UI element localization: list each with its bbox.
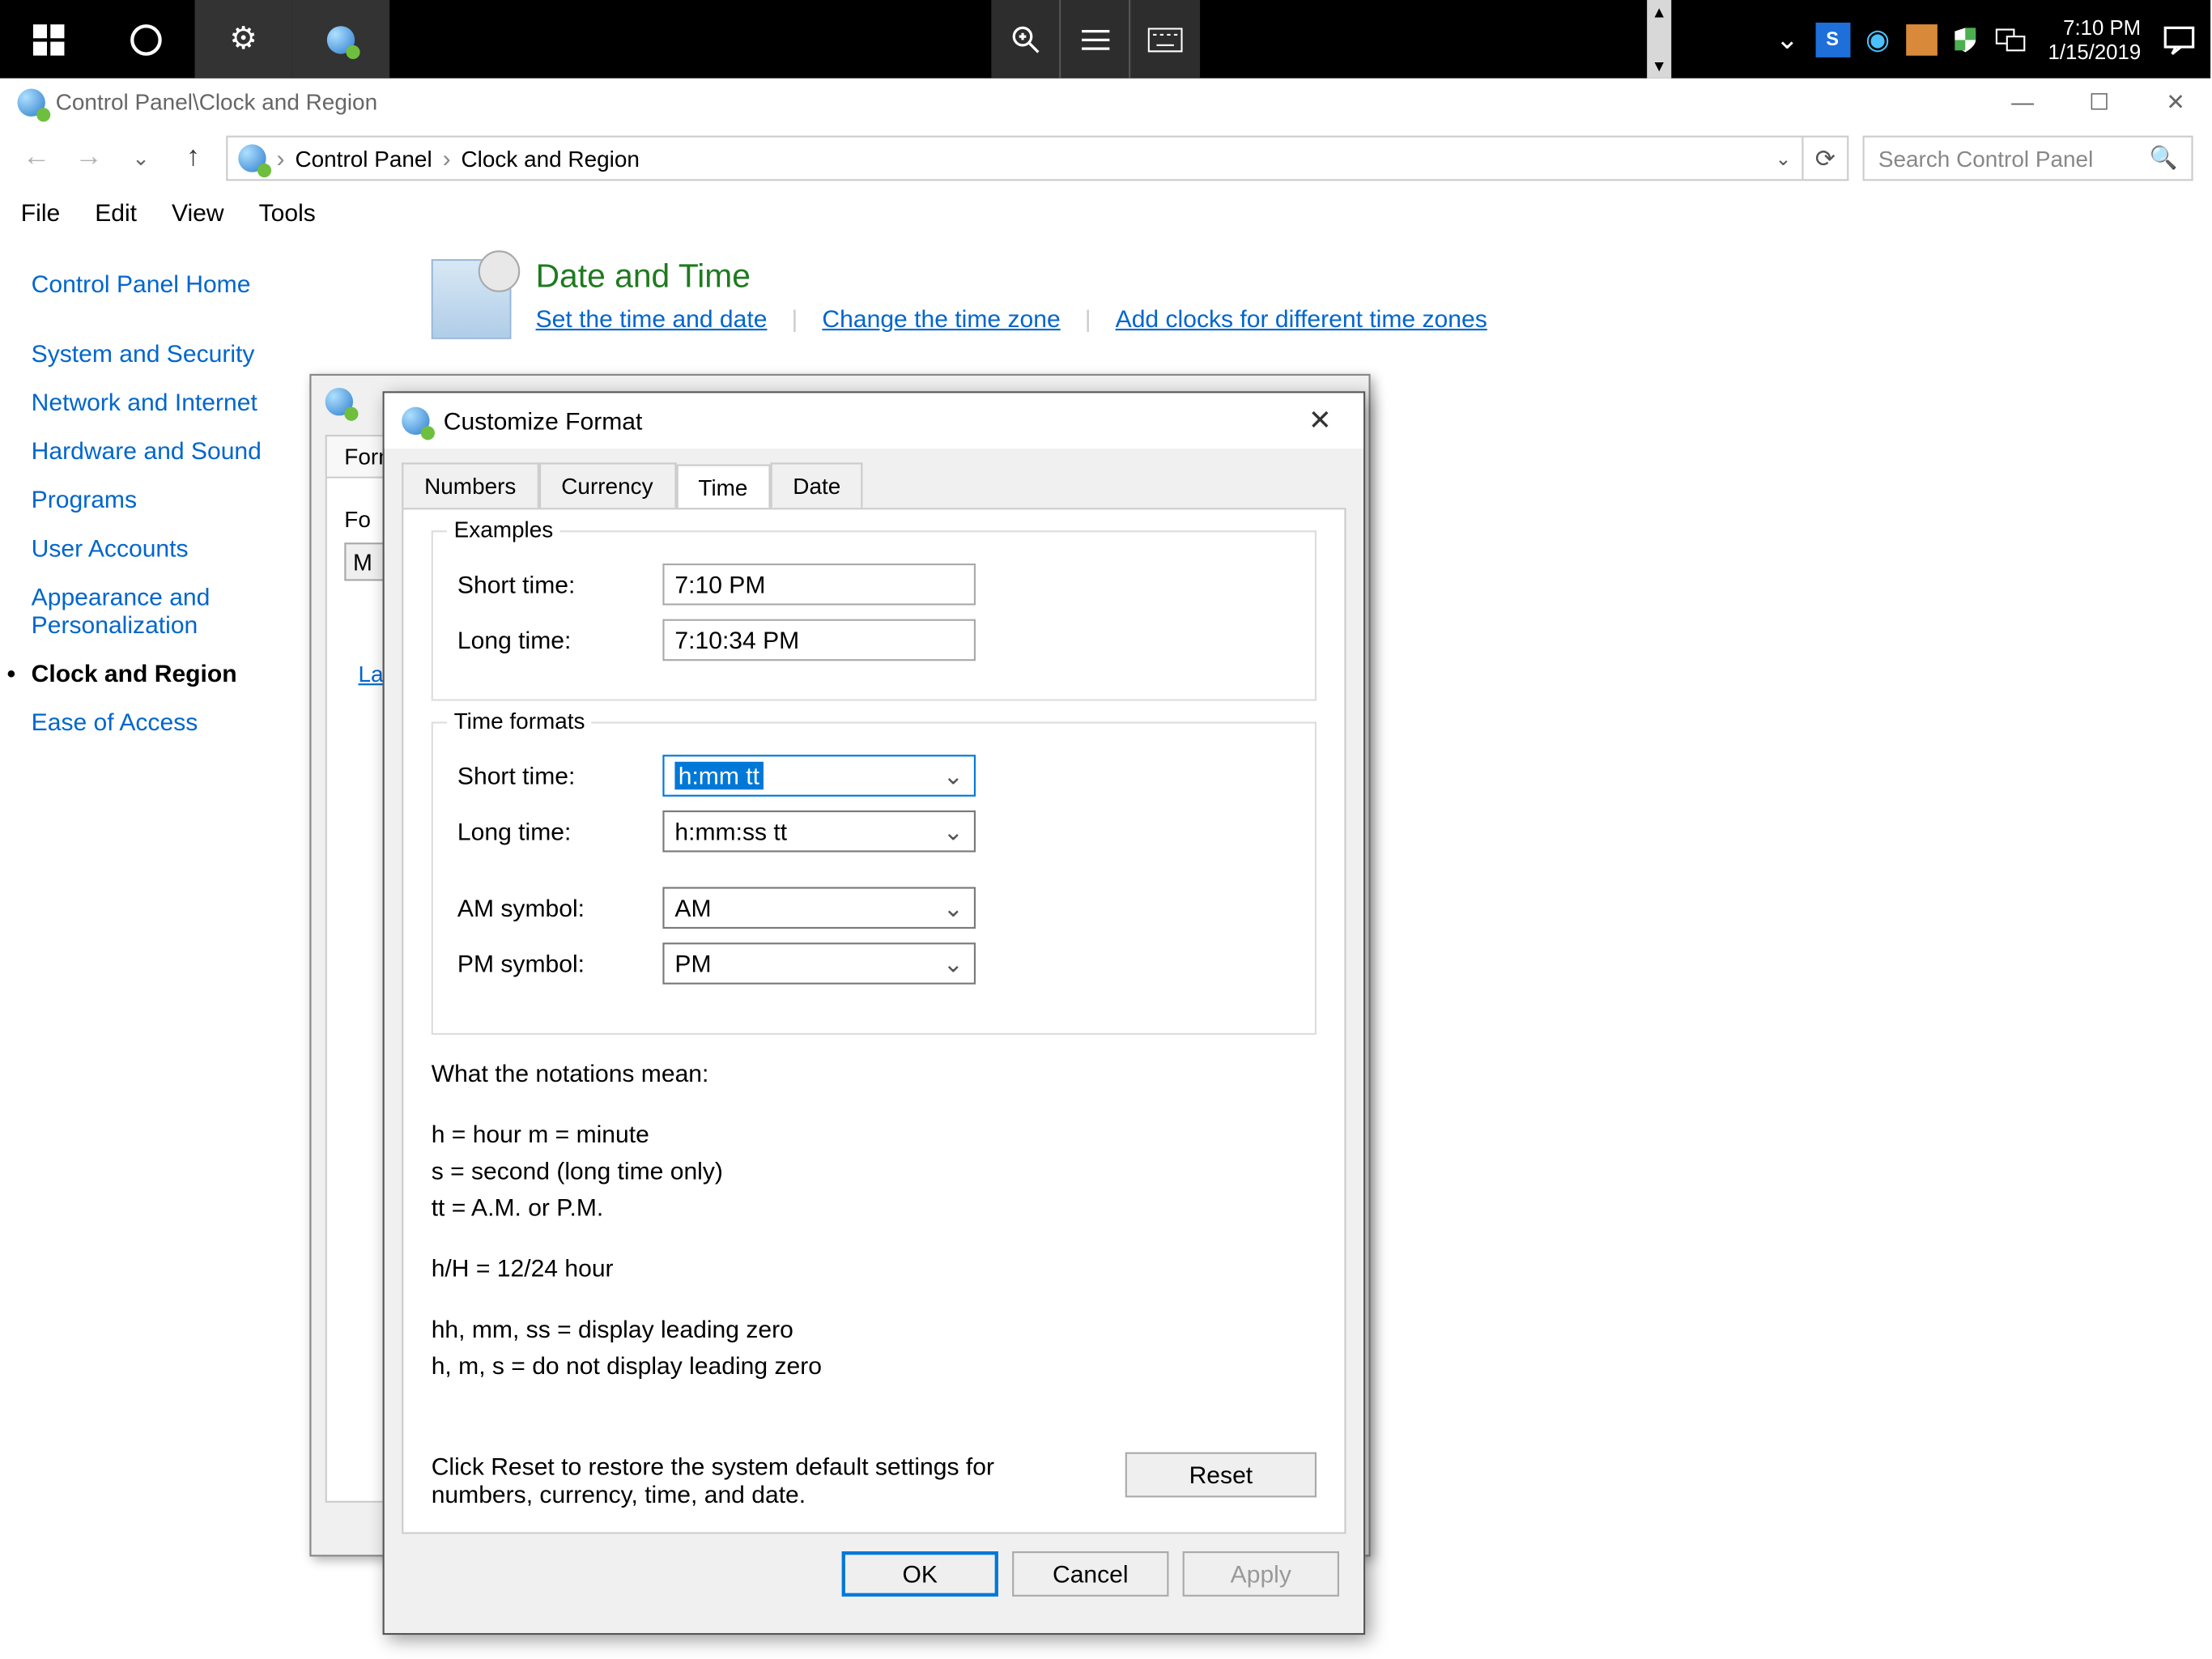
region-language-link[interactable]: La [358,661,383,687]
back-button[interactable]: ← [17,143,55,174]
short-time-format-label: Short time: [457,762,662,789]
explorer-navbar: ← → ⌄ ↑ › Control Panel › Clock and Regi… [0,127,2210,189]
cortana-button[interactable] [97,0,194,79]
menu-tools[interactable]: Tools [259,198,316,226]
breadcrumb-sep: › [277,144,285,172]
customize-format-dialog: Customize Format ✕ Numbers Currency Time… [383,391,1366,1635]
tab-numbers[interactable]: Numbers [402,462,538,508]
clock-time: 7:10 PM [2048,15,2142,39]
calendar-clock-icon [432,259,512,339]
examples-fieldset: Examples Short time: 7:10 PM Long time: … [432,530,1317,701]
examples-legend: Examples [447,517,560,542]
long-time-example-label: Long time: [457,626,662,653]
am-symbol-select[interactable]: AM [662,887,976,929]
customize-titlebar: Customize Format ✕ [385,393,1363,449]
accessibility-toolbar [991,0,1200,79]
pm-symbol-label: PM symbol: [457,950,662,977]
keyboard-icon[interactable] [1130,0,1200,79]
tray-network-icon[interactable] [1993,22,2027,57]
category-date-time: Date and Time Set the time and date | Ch… [432,259,2180,339]
am-symbol-label: AM symbol: [457,894,662,921]
menu-bar: File Edit View Tools [0,189,2210,235]
minimize-button[interactable]: — [2006,87,2040,115]
address-icon [238,144,266,172]
magnifier-icon[interactable] [991,0,1061,79]
window-icon [17,87,45,115]
link-add-clocks[interactable]: Add clocks for different time zones [1116,304,1487,332]
tray-defender-icon[interactable] [1947,22,1982,57]
reset-button[interactable]: Reset [1125,1453,1317,1498]
link-change-timezone[interactable]: Change the time zone [822,304,1060,332]
short-time-example-label: Short time: [457,571,662,598]
menu-edit[interactable]: Edit [95,198,137,226]
tab-time[interactable]: Time [675,465,770,510]
globe-icon [327,25,355,53]
time-formats-legend: Time formats [447,708,592,734]
address-dropdown-icon[interactable]: ⌄ [1776,147,1792,170]
refresh-button[interactable]: ⟳ [1803,136,1848,181]
link-set-time[interactable]: Set the time and date [536,304,768,332]
category-title[interactable]: Date and Time [536,259,1487,297]
toolbar-scroll[interactable]: ▲▼ [1647,0,1671,79]
window-titlebar: Control Panel\Clock and Region — ☐ ✕ [0,79,2210,127]
customize-title-text: Customize Format [444,407,643,435]
tray-eye-icon[interactable]: ◉ [1861,22,1895,57]
customize-tabs: Numbers Currency Time Date [402,462,1346,508]
menu-view[interactable]: View [172,198,224,226]
tray-app-icon[interactable] [1905,23,1937,55]
reset-description: Click Reset to restore the system defaul… [432,1453,1091,1508]
ok-button[interactable]: OK [842,1551,998,1597]
long-time-format-label: Long time: [457,818,662,845]
short-time-example-value: 7:10 PM [662,564,976,606]
system-tray: ⌄ S ◉ 7:10 PM 1/15/2019 [1770,0,2210,79]
tray-chevron-icon[interactable]: ⌄ [1770,22,1805,57]
settings-taskbar-icon[interactable]: ⚙ [195,0,292,79]
apply-button[interactable]: Apply [1183,1551,1339,1597]
customize-body: Examples Short time: 7:10 PM Long time: … [402,508,1346,1534]
breadcrumb-1[interactable]: Control Panel [295,145,432,171]
recent-dropdown[interactable]: ⌄ [121,146,160,170]
long-time-format-select[interactable]: h:mm:ss tt [662,810,976,853]
customize-close-button[interactable]: ✕ [1294,403,1346,438]
sidebar-item-home[interactable]: Control Panel Home [32,259,380,308]
customize-dialog-icon [402,407,429,435]
sidebar-item-system[interactable]: System and Security [32,329,380,377]
search-input[interactable]: Search Control Panel 🔍 [1863,136,2193,181]
action-center-icon[interactable] [2162,22,2197,57]
long-time-example-value: 7:10:34 PM [662,619,976,661]
taskbar: ⚙ ▲▼ ⌄ S ◉ [0,0,2210,79]
search-placeholder: Search Control Panel [1878,145,2093,171]
menu-file[interactable]: File [21,198,60,226]
notations-text: What the notations mean: h = hour m = mi… [432,1056,1317,1385]
pm-symbol-select[interactable]: PM [662,942,976,985]
clock-date: 1/15/2019 [2048,39,2142,63]
notations-heading: What the notations mean: [432,1056,1317,1092]
menu-lines-icon[interactable] [1061,0,1130,79]
tab-currency[interactable]: Currency [538,462,675,508]
tab-date[interactable]: Date [770,462,863,508]
search-icon: 🔍 [2150,144,2178,172]
short-time-format-select[interactable]: h:mm tt [662,755,976,797]
maximize-button[interactable]: ☐ [2082,87,2116,115]
up-button[interactable]: ↑ [174,143,212,174]
cancel-button[interactable]: Cancel [1012,1551,1168,1597]
dialog-button-row: OK Cancel Apply [385,1534,1363,1614]
address-bar[interactable]: › Control Panel › Clock and Region ⌄ [226,136,1803,181]
start-button[interactable] [0,0,97,79]
tray-app-s-icon[interactable]: S [1815,22,1850,57]
region-app-taskbar-icon[interactable] [292,0,389,79]
window-title-text: Control Panel\Clock and Region [56,89,377,115]
breadcrumb-2[interactable]: Clock and Region [461,145,639,171]
taskbar-clock[interactable]: 7:10 PM 1/15/2019 [2038,15,2151,63]
forward-button[interactable]: → [70,143,108,174]
close-button[interactable]: ✕ [2159,87,2193,115]
time-formats-fieldset: Time formats Short time: h:mm tt Long ti… [432,721,1317,1035]
region-dialog-icon [325,388,353,415]
